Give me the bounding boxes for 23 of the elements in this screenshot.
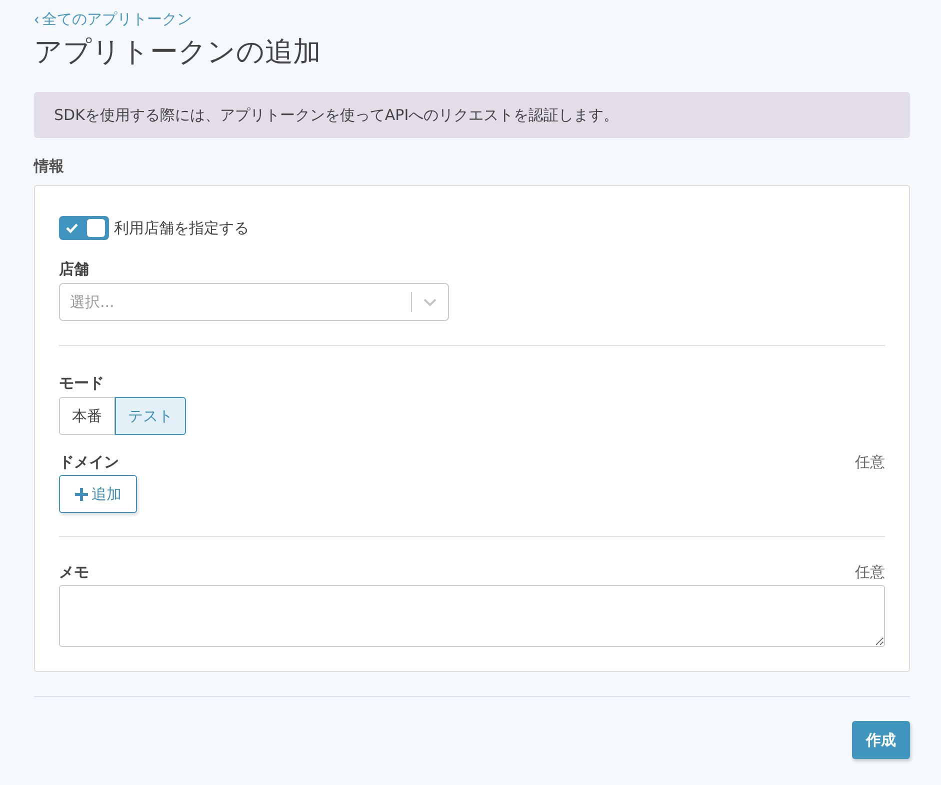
section-title: 情報 <box>34 157 65 176</box>
check-icon <box>65 222 79 234</box>
create-button[interactable]: 作成 <box>852 721 910 759</box>
chevron-left-icon <box>34 16 39 24</box>
field-label: モード <box>59 374 105 393</box>
store-select[interactable]: 選択... <box>59 283 449 321</box>
toggle-switch[interactable] <box>59 216 109 240</box>
field-label: ドメイン <box>59 453 119 472</box>
chevron-down-icon <box>423 298 437 307</box>
mode-option[interactable]: テスト <box>115 397 186 435</box>
toggle-label: 利用店舗を指定する <box>114 218 249 238</box>
optional-label: 任意 <box>855 453 885 472</box>
mode-option[interactable]: 本番 <box>59 397 115 435</box>
page-title: アプリトークンの追加 <box>34 34 322 70</box>
field-label: 店舗 <box>59 260 90 279</box>
add-button[interactable]: 追加 <box>59 475 137 513</box>
back-link[interactable]: 全てのアプリトークン <box>34 8 192 30</box>
optional-label: 任意 <box>855 563 885 582</box>
select-divider <box>411 292 412 312</box>
field-label: メモ <box>59 563 89 582</box>
info-notice: SDKを使用する際には、アプリトークンを使ってAPIへのリクエストを認証します。 <box>34 92 910 138</box>
plus-icon <box>74 488 88 500</box>
memo-field[interactable] <box>59 585 885 647</box>
